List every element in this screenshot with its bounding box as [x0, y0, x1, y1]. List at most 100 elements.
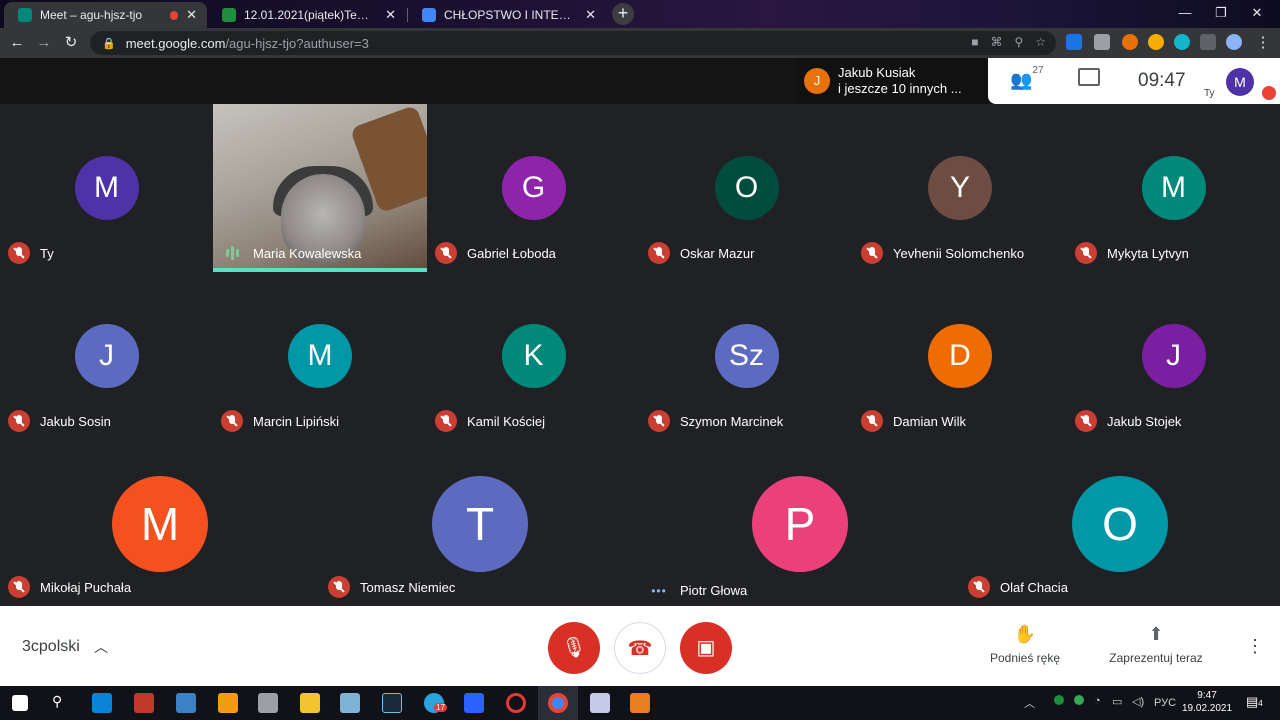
mic-off-icon: 🎙	[561, 637, 587, 659]
present-now-button[interactable]: ⬆ Zaprezentuj teraz	[1104, 624, 1208, 665]
tab-meet[interactable]: Meet – agu-hjsz-tjo ✕	[4, 2, 207, 28]
mic-off-icon	[8, 410, 30, 432]
participant-tile[interactable]: G Gabriel Łoboda	[427, 104, 640, 272]
participant-label: Ty	[8, 242, 54, 264]
notifications-icon[interactable]: ▤4	[1246, 694, 1263, 710]
monitor-app-icon[interactable]	[464, 693, 484, 713]
close-tab-icon[interactable]: ✕	[385, 7, 396, 23]
telegram-icon[interactable]: 17	[424, 693, 447, 713]
camera-toggle-button[interactable]: ▣	[680, 622, 732, 674]
language-indicator[interactable]: РУС	[1154, 697, 1176, 709]
extension-icon[interactable]	[1094, 34, 1110, 50]
participant-avatar: M	[74, 156, 139, 220]
back-arrow-icon[interactable]: ←	[6, 32, 28, 54]
participant-tile[interactable]: M Mykyta Lytvyn	[1067, 104, 1280, 272]
taskbar-date: 19.02.2021	[1182, 703, 1233, 714]
address-bar[interactable]: 🔒 meet.google.com /agu-hjsz-tjo?authuser…	[90, 31, 1056, 55]
opera-icon[interactable]	[506, 693, 526, 713]
self-avatar[interactable]: M	[1226, 68, 1254, 96]
extension-icon[interactable]	[1174, 34, 1190, 50]
meeting-details-title[interactable]: 3cpolski	[22, 638, 80, 656]
camera-off-icon: ▣	[696, 637, 716, 659]
zoom-icon[interactable]: ⚲	[1014, 35, 1023, 49]
chat-icon[interactable]	[1078, 68, 1100, 86]
people-icon: 👥	[1010, 70, 1033, 90]
mic-toggle-button[interactable]: 🎙	[548, 622, 600, 674]
volume-icon[interactable]: ◁)	[1132, 695, 1144, 708]
tab-title: CHŁOPSTWO I INTELIGENCJA W	[444, 8, 578, 22]
participant-tile[interactable]: J Jakub Sosin	[0, 272, 213, 440]
participant-tile[interactable]: T Tomasz Niemiec	[320, 440, 640, 606]
extension-icon[interactable]	[1148, 34, 1164, 50]
participant-tile[interactable]: D Damian Wilk	[853, 272, 1067, 440]
participant-tile[interactable]: Sz Szymon Marcinek	[640, 272, 853, 440]
extension-new-icon[interactable]	[1066, 34, 1082, 50]
bookmark-star-icon[interactable]: ☆	[1035, 35, 1046, 49]
presenter-card[interactable]: J Jakub Kusiak i jeszcze 10 innych ...	[796, 58, 988, 104]
docs-favicon-icon	[422, 8, 436, 22]
app-icon[interactable]	[258, 693, 278, 713]
chevron-up-icon[interactable]: ︿	[94, 637, 108, 657]
more-options-icon[interactable]: ⋮	[1246, 636, 1264, 657]
participant-label: Jakub Stojek	[1075, 410, 1181, 432]
taskbar-clock[interactable]: 9:47 19.02.2021	[1182, 689, 1232, 715]
participant-label: Damian Wilk	[861, 410, 966, 432]
participant-tile[interactable]: O Olaf Chacia	[960, 440, 1280, 606]
participant-tile[interactable]: Maria Kowalewska	[213, 104, 427, 272]
participant-avatar: M	[1141, 156, 1206, 220]
profile-avatar[interactable]	[1226, 34, 1242, 50]
mic-off-icon	[8, 576, 30, 598]
app-icon[interactable]	[630, 693, 650, 713]
tab-classroom[interactable]: 12.01.2021(piątek)Temat/2 + 19.0 ✕	[208, 2, 406, 28]
sublime-icon[interactable]	[218, 693, 238, 713]
tray-app-icon[interactable]	[1074, 695, 1084, 705]
file-explorer-icon[interactable]	[300, 693, 320, 713]
participant-tile[interactable]: Y Yevhenii Solomchenko	[853, 104, 1067, 272]
classroom-favicon-icon	[222, 8, 236, 22]
extension-icon[interactable]	[1122, 34, 1138, 50]
participant-tile[interactable]: O Oskar Mazur	[640, 104, 853, 272]
presenter-others: i jeszcze 10 innych ...	[838, 81, 962, 96]
participant-tile[interactable]: M Marcin Lipiński	[213, 272, 427, 440]
mic-off-icon	[435, 410, 457, 432]
tray-chevron-icon[interactable]: ︿	[1024, 695, 1035, 711]
reload-icon[interactable]: ↻	[60, 32, 82, 54]
close-tab-icon[interactable]: ✕	[186, 7, 197, 23]
computer-icon[interactable]	[176, 693, 196, 713]
tab-docs[interactable]: CHŁOPSTWO I INTELIGENCJA W ✕	[408, 2, 606, 28]
close-window-button[interactable]: ✕	[1234, 0, 1280, 28]
camera-blocked-icon[interactable]: ■	[971, 35, 978, 49]
participant-tile[interactable]: K Kamil Kościej	[427, 272, 640, 440]
participant-tile[interactable]: M Mikołaj Puchała	[0, 440, 320, 606]
mic-off-icon	[221, 410, 243, 432]
windows-start-icon[interactable]	[12, 695, 28, 711]
audio-dots-icon: •••	[651, 583, 667, 598]
new-tab-button[interactable]: +	[612, 3, 634, 25]
search-icon[interactable]: ⚲	[52, 693, 72, 713]
notepad-icon[interactable]	[340, 693, 360, 713]
participant-name: Mykyta Lytvyn	[1107, 245, 1189, 261]
steam-icon[interactable]	[382, 693, 402, 713]
participant-tile[interactable]: J Jakub Stojek	[1067, 272, 1280, 440]
recorder-icon[interactable]	[590, 693, 610, 713]
mail-icon[interactable]	[92, 693, 112, 713]
winrar-icon[interactable]	[134, 693, 154, 713]
raise-hand-button[interactable]: ✋ Podnieś rękę	[986, 624, 1064, 665]
browser-toolbar: ← → ↻ 🔒 meet.google.com /agu-hjsz-tjo?au…	[0, 28, 1280, 58]
people-button[interactable]: 👥27	[1010, 65, 1044, 91]
close-tab-icon[interactable]: ✕	[585, 7, 596, 23]
leave-call-button[interactable]: ☎	[614, 622, 666, 674]
puzzle-extensions-icon[interactable]	[1200, 34, 1216, 50]
battery-icon[interactable]: ▭	[1112, 695, 1122, 708]
browser-menu-icon[interactable]: ⋮	[1252, 32, 1274, 54]
wifi-icon[interactable]: ◔	[1094, 695, 1101, 707]
tray-app-icon[interactable]	[1054, 695, 1064, 705]
presenter-name: Jakub Kusiak	[838, 65, 916, 80]
recording-dot-icon	[169, 10, 179, 20]
participant-tile[interactable]: P ••• Piotr Głowa	[640, 440, 960, 606]
forward-arrow-icon[interactable]: →	[33, 32, 55, 54]
chrome-icon[interactable]	[548, 693, 568, 713]
tab-title: Meet – agu-hjsz-tjo	[40, 8, 143, 22]
participant-tile[interactable]: M Ty	[0, 104, 213, 272]
translate-icon[interactable]: ⌘	[990, 35, 1002, 49]
